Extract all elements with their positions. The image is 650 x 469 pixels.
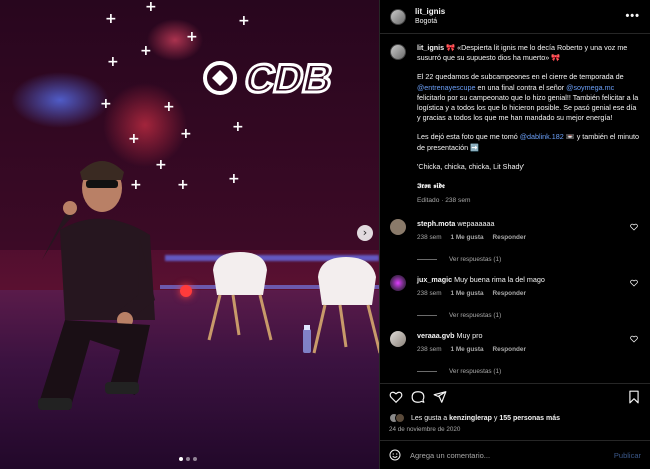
sparkle-icon: + (107, 54, 119, 70)
likes-others[interactable]: 155 personas más (499, 415, 560, 422)
carousel-dot (186, 457, 190, 461)
save-bookmark-icon[interactable] (627, 390, 641, 404)
post-actions-bar (380, 383, 650, 409)
sparkle-icon: + (100, 96, 112, 112)
commenter-avatar[interactable] (390, 331, 406, 348)
author-username[interactable]: lit_ignis (415, 7, 445, 17)
post-location[interactable]: Bogotá (415, 17, 445, 27)
sparkle-icon: + (238, 13, 250, 29)
caption: lit_ignis 🎀 «Despierta lit ignis me lo d… (390, 43, 640, 215)
view-replies-label: Ver respuestas (1) (449, 256, 502, 264)
comment-item: steph.mota wepaaaaaa 238 sem 1 Me gusta … (390, 219, 640, 241)
commenter-username[interactable]: veraaa.gvb (417, 331, 455, 340)
like-heart-icon[interactable] (630, 279, 638, 287)
view-replies-button[interactable]: Ver respuestas (1) (417, 256, 640, 263)
comment-likes[interactable]: 1 Me gusta (451, 346, 484, 353)
commenter-username[interactable]: jux_magic (417, 275, 452, 284)
like-heart-icon[interactable] (389, 390, 403, 404)
post-side-panel: lit_ignis Bogotá ••• lit_ignis 🎀 «Despie… (379, 0, 650, 469)
comment-time: 238 sem (417, 290, 442, 298)
performer-figure (38, 161, 155, 410)
sparkle-icon: + (105, 11, 117, 27)
like-heart-icon[interactable] (630, 335, 638, 343)
replies-line (417, 371, 437, 373)
sparkle-icon: + (228, 171, 240, 187)
likes-text: Les gusta a (411, 414, 450, 422)
post-photo[interactable]: + + + + + + + + + + + + + + + CDB › (0, 0, 379, 469)
comments-scroll-area[interactable]: lit_ignis 🎀 «Despierta lit ignis me lo d… (380, 35, 650, 381)
sparkle-icon: + (232, 119, 244, 135)
caption-line1: 🎀 «Despierta lit ignis me lo decía Rober… (417, 43, 628, 63)
emoji-smiley-icon[interactable] (389, 449, 401, 461)
comment-likes[interactable]: 1 Me gusta (451, 290, 484, 297)
comment-input[interactable] (410, 450, 600, 460)
post-header: lit_ignis Bogotá ••• (380, 0, 650, 34)
caption-text: Les dejó esta foto que me tomó (417, 132, 520, 142)
comment-bubble-icon[interactable] (411, 390, 425, 404)
post-modal: + + + + + + + + + + + + + + + CDB › lit_… (0, 0, 650, 469)
carousel-dot-active (179, 457, 183, 461)
next-photo-button[interactable]: › (357, 225, 373, 241)
stage-spotlight (180, 285, 192, 297)
mention-link[interactable]: @soymega.mc (566, 83, 614, 92)
white-chair (312, 257, 379, 354)
comment-time: 238 sem (417, 346, 442, 354)
share-send-icon[interactable] (433, 390, 447, 404)
comment-item: jux_magic Muy buena rima la del mago 238… (390, 275, 640, 297)
reply-button[interactable]: Responder (493, 346, 526, 353)
replies-line (417, 259, 437, 261)
sparkle-icon: + (163, 99, 175, 115)
comment-time: 238 sem (417, 234, 442, 242)
commenter-username[interactable]: steph.mota (417, 219, 455, 228)
mention-link[interactable]: @dablink.182 (520, 132, 564, 141)
comment-text: Muy pro (454, 331, 483, 341)
view-replies-label: Ver respuestas (1) (449, 368, 502, 376)
liker-username[interactable]: kenzinglerap (449, 415, 492, 422)
reply-button[interactable]: Responder (493, 234, 526, 241)
caption-meta: Editado · 238 sem (417, 197, 471, 205)
comment-text: wepaaaaaa (455, 219, 495, 229)
sparkle-icon: + (145, 0, 157, 15)
carousel-dot (193, 457, 197, 461)
carousel-dots (179, 457, 197, 461)
caption-text: felicitarlo por su campeonato que lo hiz… (417, 92, 639, 123)
comment-likes[interactable]: 1 Me gusta (451, 234, 484, 241)
add-comment-bar: Publicar (380, 440, 650, 469)
comment-item: veraaa.gvb Muy pro 238 sem 1 Me gusta Re… (390, 331, 640, 353)
more-options-icon[interactable]: ••• (625, 10, 640, 22)
sparkle-icon: + (180, 126, 192, 142)
caption-text: en una final contra el señor (475, 82, 567, 92)
logo-text: CDB (241, 55, 337, 100)
likes-summary[interactable]: Les gusta a kenzinglerap y 155 personas … (389, 413, 560, 423)
comment-text: Muy buena rima la del mago (452, 275, 545, 285)
caption-signature: 𝕴𝖗𝖔𝖓 𝖘𝖎𝖉𝖊 (417, 181, 445, 191)
mention-link[interactable]: @entrenayescupe (417, 83, 475, 92)
caption-text: El 22 quedamos de subcampeones en el cie… (417, 72, 624, 82)
commenter-avatar[interactable] (390, 219, 406, 236)
sparkle-icon: + (128, 131, 140, 147)
commenter-avatar[interactable] (390, 275, 406, 292)
cdb-logo: CDB (203, 54, 339, 102)
caption-author-avatar[interactable] (390, 44, 406, 60)
post-comment-button[interactable]: Publicar (614, 451, 641, 460)
view-replies-label: Ver respuestas (1) (449, 312, 502, 320)
sparkle-icon: + (186, 29, 198, 45)
caption-username[interactable]: lit_ignis (417, 43, 444, 52)
like-heart-icon[interactable] (630, 223, 638, 231)
caption-quote: 'Chicka, chicka, chicka, Lit Shady' (417, 161, 525, 171)
sparkle-icon: + (140, 43, 152, 59)
liker-avatar (395, 413, 405, 423)
water-bottle (303, 325, 311, 353)
post-date: 24 de noviembre de 2020 (389, 426, 461, 433)
replies-line (417, 315, 437, 317)
view-replies-button[interactable]: Ver respuestas (1) (417, 312, 640, 319)
author-avatar[interactable] (390, 8, 406, 25)
reply-button[interactable]: Responder (493, 290, 526, 297)
white-chair (207, 252, 273, 341)
view-replies-button[interactable]: Ver respuestas (1) (417, 368, 640, 375)
